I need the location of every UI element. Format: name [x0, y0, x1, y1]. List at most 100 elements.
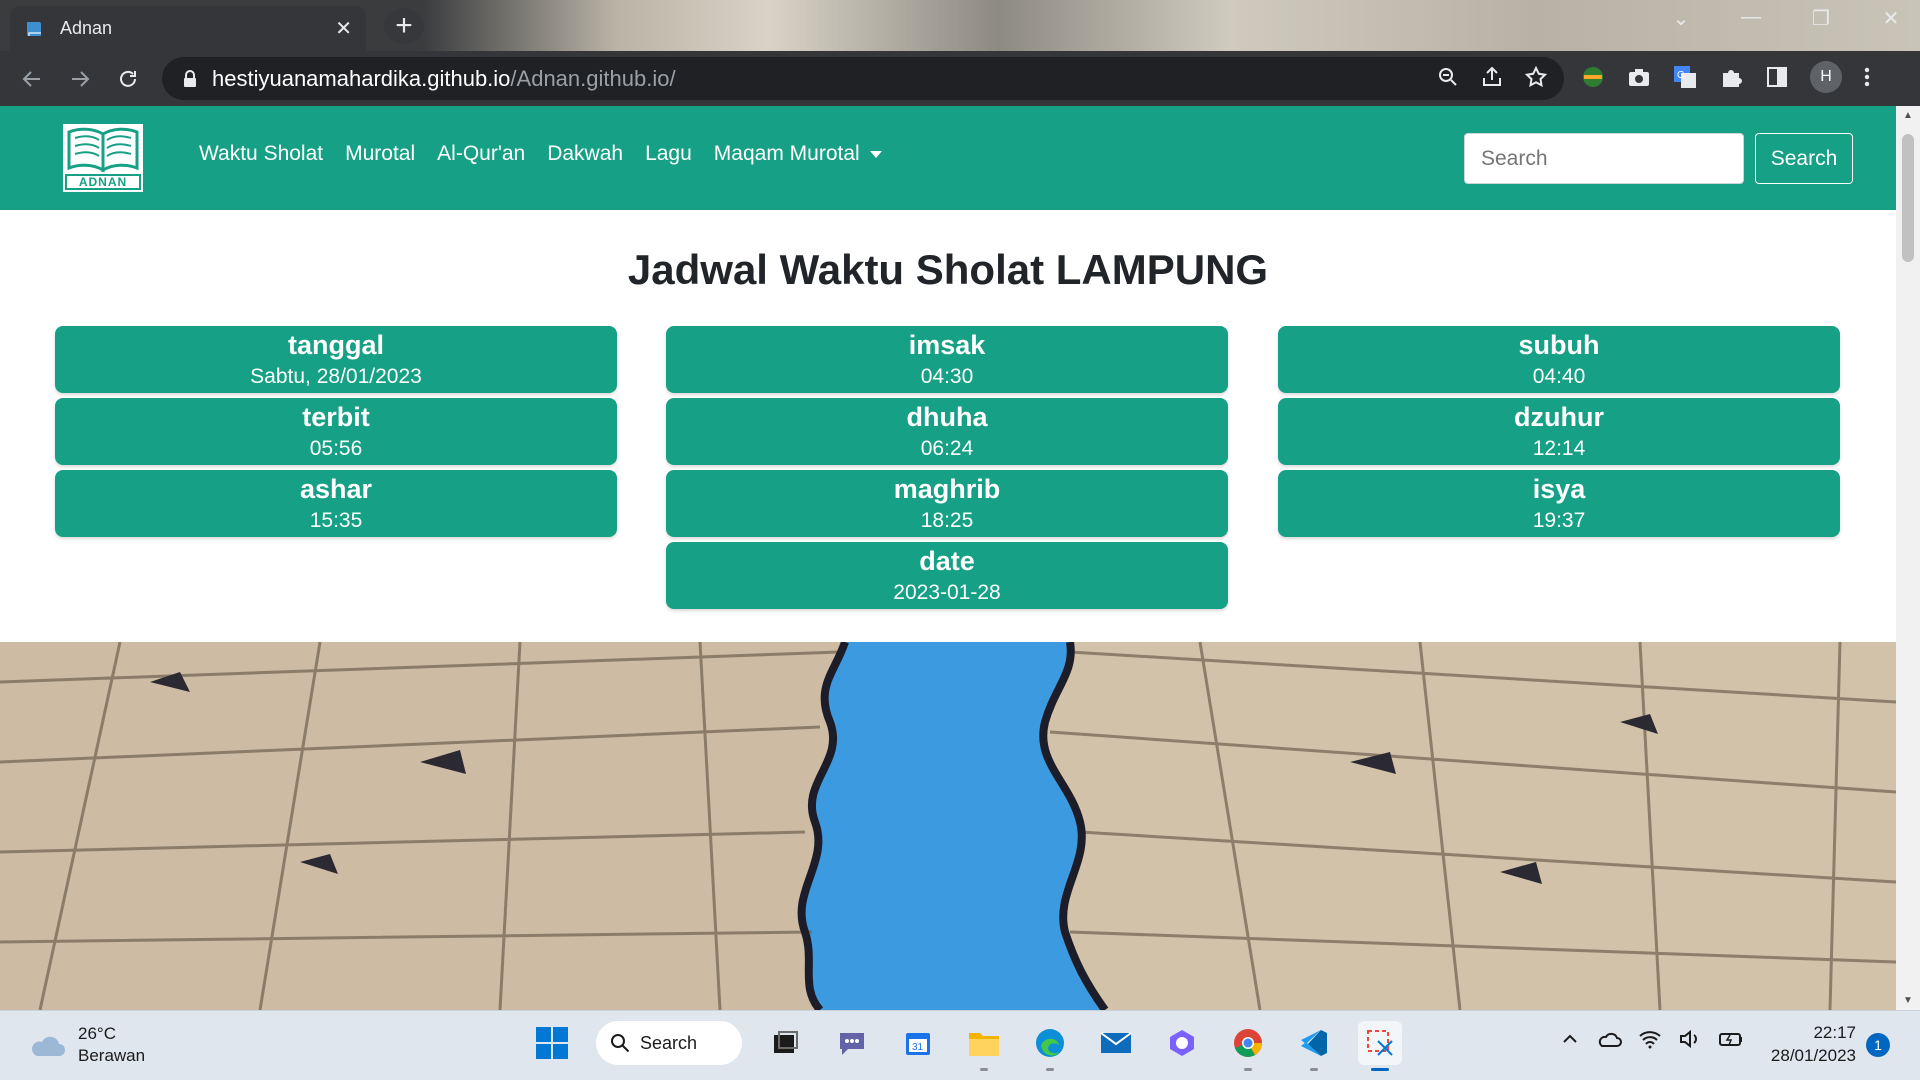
new-tab-button[interactable]: + — [384, 8, 424, 44]
edge-app[interactable] — [1028, 1021, 1072, 1071]
calendar-icon: 31 — [906, 1033, 930, 1055]
nav-maqam-murotal-dropdown[interactable]: Maqam Murotal — [714, 142, 882, 166]
site-search-button[interactable]: Search — [1755, 133, 1853, 184]
copilot-app[interactable] — [1160, 1021, 1204, 1065]
camera-icon[interactable] — [1626, 64, 1652, 90]
mail-icon — [1100, 1032, 1132, 1053]
tab-title: Adnan — [60, 18, 113, 38]
prayer-label: dzuhur — [1514, 402, 1604, 432]
tab-search-icon[interactable]: ⌄ — [1646, 6, 1716, 31]
address-bar[interactable]: hestiyuanamahardika.github.io/Adnan.gith… — [162, 57, 1564, 100]
vscode-icon — [1301, 1030, 1327, 1056]
chrome-app[interactable] — [1226, 1021, 1270, 1071]
prayer-card-tanggal: tanggal Sabtu, 28/01/2023 — [55, 326, 617, 393]
book-favicon-icon — [27, 21, 41, 36]
side-panel-icon[interactable] — [1764, 64, 1790, 90]
tab-close-icon[interactable]: ✕ — [335, 16, 352, 41]
edge-browser-icon — [1036, 1029, 1064, 1057]
zoom-icon[interactable] — [1436, 65, 1460, 89]
page-viewport: ADNAN Waktu Sholat Murotal Al-Qur'an Dak… — [0, 106, 1896, 1010]
prayer-card-ashar: ashar 15:35 — [55, 470, 617, 537]
restore-icon[interactable]: ❐ — [1786, 6, 1856, 31]
prayer-card-imsak: imsak 04:30 — [666, 326, 1228, 393]
prayer-value: 15:35 — [309, 509, 363, 532]
arrow-right-icon — [72, 70, 90, 87]
taskbar-clock[interactable]: 22:17 28/01/2023 — [1742, 1021, 1856, 1067]
prayer-card-dhuha: dhuha 06:24 — [666, 398, 1228, 465]
prayer-label: dhuha — [906, 402, 988, 432]
running-indicator — [1310, 1068, 1318, 1071]
site-navbar: ADNAN Waktu Sholat Murotal Al-Qur'an Dak… — [0, 106, 1896, 210]
nav-murotal[interactable]: Murotal — [345, 142, 415, 166]
nav-waktu-sholat[interactable]: Waktu Sholat — [199, 142, 323, 166]
browser-tab-bar: Adnan ✕ + ⌄ — ❐ ✕ — [0, 0, 1920, 51]
chat-app[interactable] — [830, 1021, 874, 1065]
puzzle-extensions-icon[interactable] — [1718, 64, 1744, 90]
file-explorer-app[interactable] — [962, 1021, 1006, 1071]
prayer-label: imsak — [908, 330, 986, 360]
page-title: Jadwal Waktu Sholat LAMPUNG — [627, 246, 1269, 293]
prayer-value: 04:40 — [1532, 365, 1586, 388]
scroll-down-icon[interactable]: ▼ — [1896, 995, 1920, 1006]
notification-badge[interactable]: 1 — [1866, 1033, 1890, 1057]
nav-dakwah[interactable]: Dakwah — [547, 142, 623, 166]
forward-button[interactable] — [56, 59, 104, 99]
mail-app[interactable] — [1094, 1021, 1138, 1065]
profile-avatar[interactable]: H — [1810, 61, 1842, 93]
volume-icon[interactable] — [1678, 1029, 1702, 1049]
share-icon[interactable] — [1480, 65, 1504, 89]
site-logo[interactable]: ADNAN — [63, 124, 143, 192]
taskbar-apps: Search 31 — [530, 1021, 1402, 1071]
scroll-up-icon[interactable]: ▲ — [1896, 110, 1920, 121]
bookmark-star-icon[interactable] — [1524, 65, 1548, 89]
nav-maqam-murotal-label: Maqam Murotal — [713, 142, 860, 165]
nav-lagu[interactable]: Lagu — [645, 142, 692, 166]
onedrive-cloud-icon[interactable] — [1596, 1029, 1622, 1049]
omnibox-actions — [1436, 65, 1548, 89]
browser-tab[interactable]: Adnan ✕ — [10, 6, 366, 51]
cloud-icon — [32, 1036, 65, 1056]
nav-al-quran[interactable]: Al-Qur'an — [437, 142, 525, 166]
reload-button[interactable] — [104, 59, 152, 99]
snipping-tool-icon — [1367, 1030, 1393, 1056]
prayer-value: 18:25 — [920, 509, 974, 532]
start-button[interactable] — [530, 1021, 574, 1065]
translate-icon[interactable]: G — [1672, 64, 1698, 90]
running-indicator — [1046, 1068, 1054, 1071]
extension-globe-icon[interactable] — [1580, 64, 1606, 90]
arrow-left-icon — [22, 70, 40, 87]
chevron-up-icon[interactable] — [1560, 1029, 1580, 1049]
teams-chat-icon — [840, 1033, 864, 1055]
prayer-label: date — [919, 546, 975, 576]
prayer-label: terbit — [302, 402, 370, 432]
battery-charging-icon[interactable] — [1718, 1029, 1744, 1049]
taskbar-search[interactable]: Search — [596, 1021, 742, 1065]
task-view-button[interactable] — [764, 1021, 808, 1065]
url-host: hestiyuanamahardika.github.io — [212, 65, 511, 91]
minimize-icon[interactable]: — — [1716, 6, 1786, 31]
prayer-value: 12:14 — [1532, 437, 1586, 460]
back-button[interactable] — [8, 59, 56, 99]
taskbar-search-label: Search — [640, 1032, 698, 1053]
weather-widget[interactable]: 26°C Berawan — [28, 1023, 145, 1067]
system-tray — [1560, 1029, 1744, 1049]
prayer-label: subuh — [1518, 330, 1600, 360]
active-indicator — [1371, 1068, 1389, 1071]
prayer-value: 06:24 — [920, 437, 974, 460]
windows-taskbar: 26°C Berawan Search 31 22:17 28/01/2023 … — [0, 1010, 1920, 1080]
window-close-icon[interactable]: ✕ — [1856, 6, 1920, 31]
snipping-tool-app[interactable] — [1358, 1021, 1402, 1071]
scrollbar-thumb[interactable] — [1902, 134, 1914, 262]
search-icon — [611, 1034, 630, 1053]
prayer-value: 05:56 — [309, 437, 363, 460]
extensions-area: G H — [1580, 61, 1872, 93]
site-search-input[interactable] — [1464, 133, 1744, 184]
kebab-menu-icon[interactable] — [1862, 64, 1872, 90]
calendar-app[interactable]: 31 — [896, 1021, 940, 1065]
prayer-card-terbit: terbit 05:56 — [55, 398, 617, 465]
vscode-app[interactable] — [1292, 1021, 1336, 1071]
wifi-icon[interactable] — [1638, 1029, 1662, 1049]
page-scrollbar[interactable]: ▲ ▼ — [1896, 106, 1920, 1010]
prayer-value: 19:37 — [1532, 509, 1586, 532]
reload-icon — [120, 70, 136, 87]
